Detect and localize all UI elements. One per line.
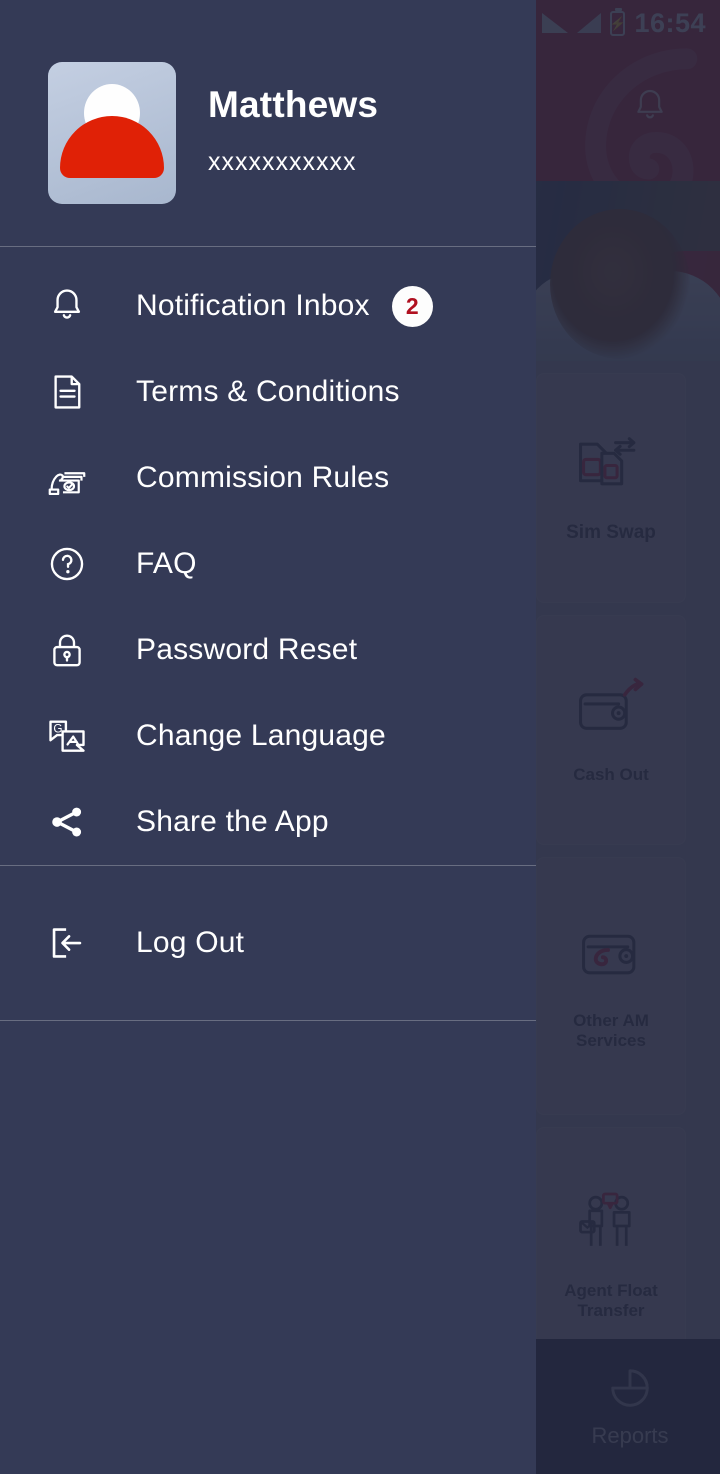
notification-badge: 2 (391, 285, 433, 327)
menu-item-faq[interactable]: FAQ (0, 521, 536, 607)
drawer-divider-bottom (0, 1020, 536, 1021)
menu-item-share-the-app[interactable]: Share the App (0, 779, 536, 865)
document-icon (44, 369, 90, 415)
question-circle-icon (44, 541, 90, 587)
menu-item-label: Password Reset (136, 633, 358, 666)
notification-badge-count: 2 (405, 292, 419, 319)
menu-item-password-reset[interactable]: Password Reset (0, 607, 536, 693)
drawer-profile-header[interactable]: Matthews xxxxxxxxxxx (0, 46, 536, 204)
logout-icon (44, 920, 90, 966)
menu-item-label: FAQ (136, 547, 197, 580)
menu-item-terms-conditions[interactable]: Terms & Conditions (0, 349, 536, 435)
svg-text:G: G (53, 722, 62, 735)
menu-item-commission-rules[interactable]: Commission Rules (0, 435, 536, 521)
navigation-drawer: Matthews xxxxxxxxxxx Notification Inbox … (0, 0, 536, 1474)
menu-item-notification-inbox[interactable]: Notification Inbox 2 (0, 263, 536, 349)
drawer-menu-list: Notification Inbox 2 Terms & Conditions (0, 247, 536, 865)
drawer-scrim-right[interactable] (536, 0, 720, 1474)
menu-item-log-out[interactable]: Log Out (0, 900, 536, 986)
hand-money-icon (44, 455, 90, 501)
menu-item-label: Terms & Conditions (136, 375, 400, 408)
translate-icon: G (44, 713, 90, 759)
profile-masked-id: xxxxxxxxxxx (208, 147, 357, 176)
profile-name: Matthews (208, 83, 379, 125)
menu-item-label: Share the App (136, 805, 329, 838)
menu-item-label: Commission Rules (136, 461, 390, 494)
share-icon (44, 799, 90, 845)
menu-item-change-language[interactable]: G Change Language (0, 693, 536, 779)
drawer-logout-section: Log Out (0, 866, 536, 1020)
menu-item-label: Log Out (136, 926, 245, 959)
menu-item-label: Notification Inbox (136, 289, 370, 322)
bell-icon (44, 283, 90, 329)
lock-icon (44, 627, 90, 673)
user-avatar-icon (48, 62, 176, 204)
menu-item-label: Change Language (136, 719, 386, 752)
drawer-status-bar-spacer (0, 0, 536, 46)
